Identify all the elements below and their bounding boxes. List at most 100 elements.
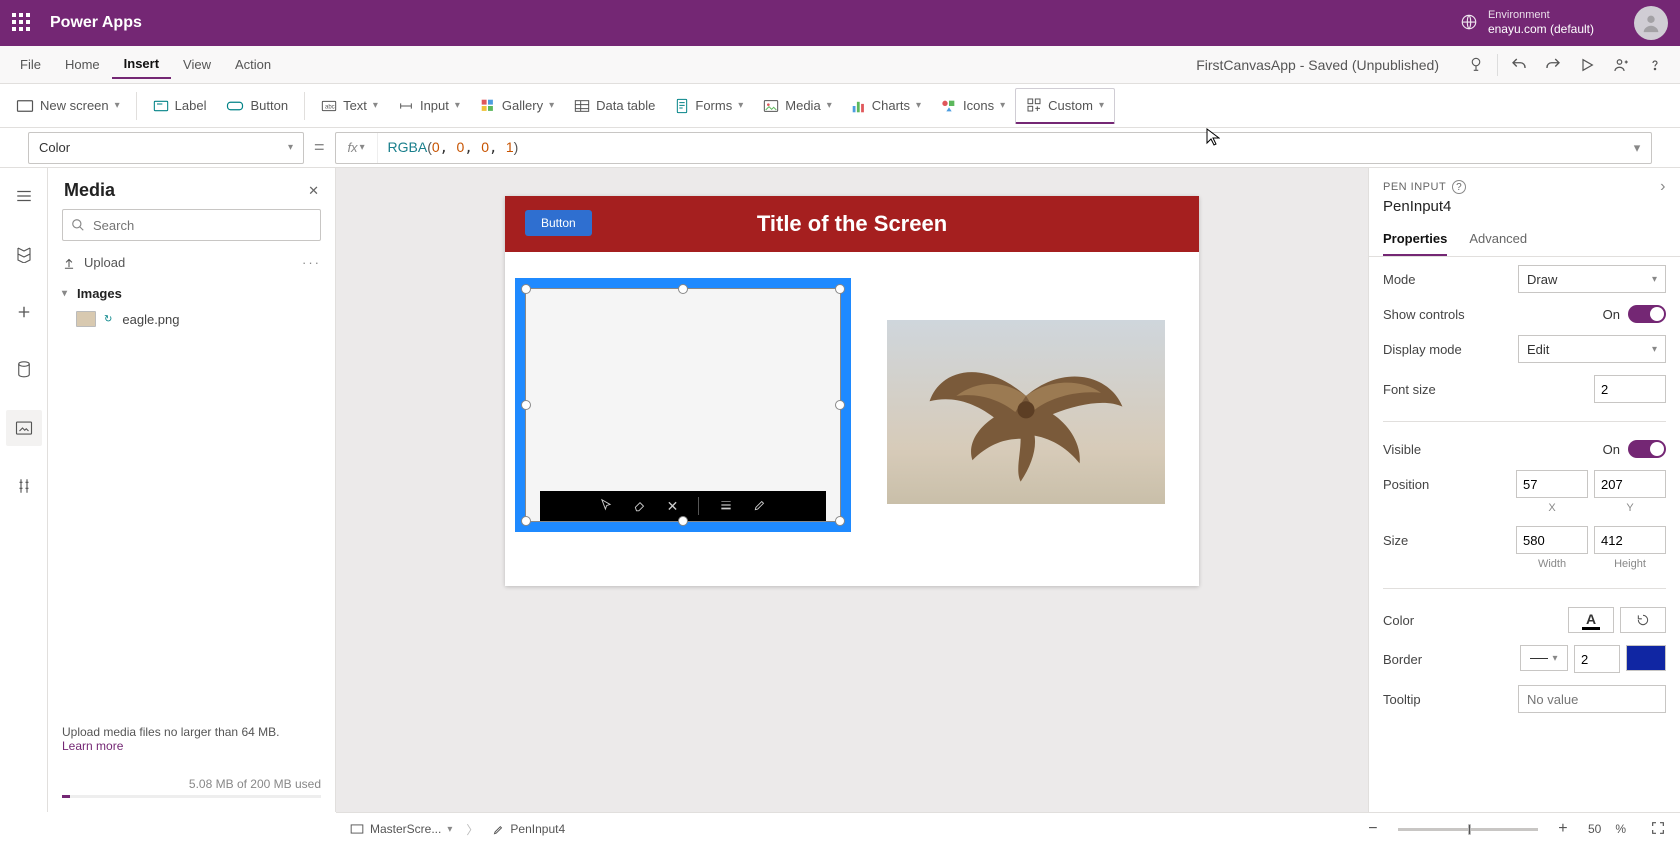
label-button[interactable]: Label xyxy=(143,88,217,124)
info-icon[interactable]: ? xyxy=(1452,180,1466,194)
position-x-input[interactable] xyxy=(1516,470,1588,498)
width-input[interactable] xyxy=(1516,526,1588,554)
pen-tool-clear-icon[interactable]: ✕ xyxy=(667,498,679,515)
media-item[interactable]: ↻ eagle.png xyxy=(62,305,321,333)
gallery-button[interactable]: Gallery▾ xyxy=(470,88,564,124)
tree-view-icon[interactable] xyxy=(6,236,42,272)
visible-toggle[interactable] xyxy=(1628,440,1666,458)
environment-selector[interactable]: Environment enayu.com (default) xyxy=(1488,9,1594,37)
more-icon[interactable]: ··· xyxy=(302,255,321,270)
pen-tool-draw-icon[interactable] xyxy=(753,498,767,515)
pen-tool-lineweight-icon[interactable] xyxy=(719,498,733,515)
custom-button[interactable]: Custom▾ xyxy=(1015,88,1115,124)
border-style-dropdown[interactable]: ▾ xyxy=(1520,645,1568,671)
text-button[interactable]: abc Text▾ xyxy=(311,88,388,124)
learn-more-link[interactable]: Learn more xyxy=(62,739,123,753)
input-label: Input xyxy=(420,98,449,113)
search-field[interactable] xyxy=(93,218,312,233)
tooltip-input[interactable] xyxy=(1518,685,1666,713)
icons-label: Icons xyxy=(963,98,994,113)
app-checker-icon[interactable] xyxy=(1459,48,1493,82)
media-button[interactable]: Media▾ xyxy=(753,88,841,124)
pen-tool-select-icon[interactable] xyxy=(599,498,613,515)
pen-input-control[interactable]: ✕ xyxy=(515,278,851,532)
visible-value: On xyxy=(1603,442,1620,457)
breadcrumb-screen[interactable]: MasterScre... ▾ xyxy=(350,822,452,836)
mode-dropdown[interactable]: Draw▾ xyxy=(1518,265,1666,293)
advanced-tools-icon[interactable] xyxy=(6,468,42,504)
tab-advanced[interactable]: Advanced xyxy=(1469,223,1527,256)
text-label: Text xyxy=(343,98,367,113)
search-input[interactable] xyxy=(62,209,321,241)
undo-icon[interactable] xyxy=(1502,48,1536,82)
app-launcher-icon[interactable] xyxy=(12,13,32,33)
visible-label: Visible xyxy=(1383,442,1421,457)
new-screen-button[interactable]: New screen▾ xyxy=(6,88,130,124)
show-controls-toggle[interactable] xyxy=(1628,305,1666,323)
canvas-sample-button[interactable]: Button xyxy=(525,210,592,236)
height-input[interactable] xyxy=(1594,526,1666,554)
help-icon[interactable] xyxy=(1638,48,1672,82)
tab-properties[interactable]: Properties xyxy=(1383,223,1447,256)
custom-label: Custom xyxy=(1048,98,1093,113)
storage-usage: 5.08 MB of 200 MB used xyxy=(62,777,321,791)
images-section-header[interactable]: ▾ Images xyxy=(62,282,321,305)
insert-pane-icon[interactable] xyxy=(6,294,42,330)
svg-text:abc: abc xyxy=(325,104,335,110)
zoom-in-button[interactable]: + xyxy=(1552,820,1574,838)
font-size-input[interactable] xyxy=(1594,375,1666,403)
tooltip-label: Tooltip xyxy=(1383,692,1421,707)
play-icon[interactable] xyxy=(1570,48,1604,82)
label-icon xyxy=(153,99,169,113)
menu-view[interactable]: View xyxy=(171,51,223,78)
share-icon[interactable] xyxy=(1604,48,1638,82)
breadcrumb-control[interactable]: PenInput4 xyxy=(492,822,565,836)
upload-button[interactable]: Upload ··· xyxy=(48,249,335,276)
size-label: Size xyxy=(1383,533,1408,548)
screen-icon xyxy=(16,99,34,113)
fit-to-screen-icon[interactable] xyxy=(1650,820,1666,839)
formula-input[interactable]: RGBA(0, 0, 0, 1) xyxy=(378,139,1623,156)
border-color-swatch[interactable] xyxy=(1626,645,1666,671)
border-width-input[interactable] xyxy=(1574,645,1620,673)
display-mode-dropdown[interactable]: Edit▾ xyxy=(1518,335,1666,363)
media-item-name: eagle.png xyxy=(122,312,179,327)
forms-icon xyxy=(675,98,689,114)
position-y-input[interactable] xyxy=(1594,470,1666,498)
datatable-button[interactable]: Data table xyxy=(564,88,665,124)
eagle-image[interactable] xyxy=(887,320,1165,504)
charts-button[interactable]: Charts▾ xyxy=(842,88,931,124)
user-avatar[interactable] xyxy=(1634,6,1668,40)
gallery-label: Gallery xyxy=(502,98,543,113)
font-color-button[interactable]: A xyxy=(1568,607,1614,633)
pen-tool-erase-icon[interactable] xyxy=(633,498,647,515)
menu-insert[interactable]: Insert xyxy=(112,50,171,79)
input-button[interactable]: Input▾ xyxy=(388,88,470,124)
color-reset-button[interactable] xyxy=(1620,607,1666,633)
button-label: Button xyxy=(250,98,288,113)
canvas-screen[interactable]: Button Title of the Screen ✕ xyxy=(505,196,1199,586)
fx-icon[interactable]: fx▾ xyxy=(336,133,378,163)
breadcrumb-separator: 〉 xyxy=(466,821,478,838)
forms-button[interactable]: Forms▾ xyxy=(665,88,753,124)
media-pane-icon[interactable] xyxy=(6,410,42,446)
close-icon[interactable]: ✕ xyxy=(308,183,319,199)
control-type: PEN INPUT xyxy=(1383,181,1446,193)
menu-file[interactable]: File xyxy=(8,51,53,78)
icons-button[interactable]: Icons▾ xyxy=(931,88,1015,124)
formula-expand-icon[interactable]: ▾ xyxy=(1623,140,1651,156)
property-selector[interactable]: Color ▾ xyxy=(28,132,304,164)
environment-label: Environment xyxy=(1488,9,1594,22)
chevron-right-icon[interactable]: › xyxy=(1660,178,1666,196)
menu-home[interactable]: Home xyxy=(53,51,112,78)
redo-icon[interactable] xyxy=(1536,48,1570,82)
data-icon[interactable] xyxy=(6,352,42,388)
control-name[interactable]: PenInput4 xyxy=(1369,198,1680,223)
menu-action[interactable]: Action xyxy=(223,51,283,78)
zoom-slider[interactable] xyxy=(1398,828,1538,831)
button-button[interactable]: Button xyxy=(216,88,298,124)
hamburger-icon[interactable] xyxy=(6,178,42,214)
zoom-unit: % xyxy=(1615,822,1626,836)
font-size-label: Font size xyxy=(1383,382,1436,397)
zoom-out-button[interactable]: − xyxy=(1362,820,1384,838)
